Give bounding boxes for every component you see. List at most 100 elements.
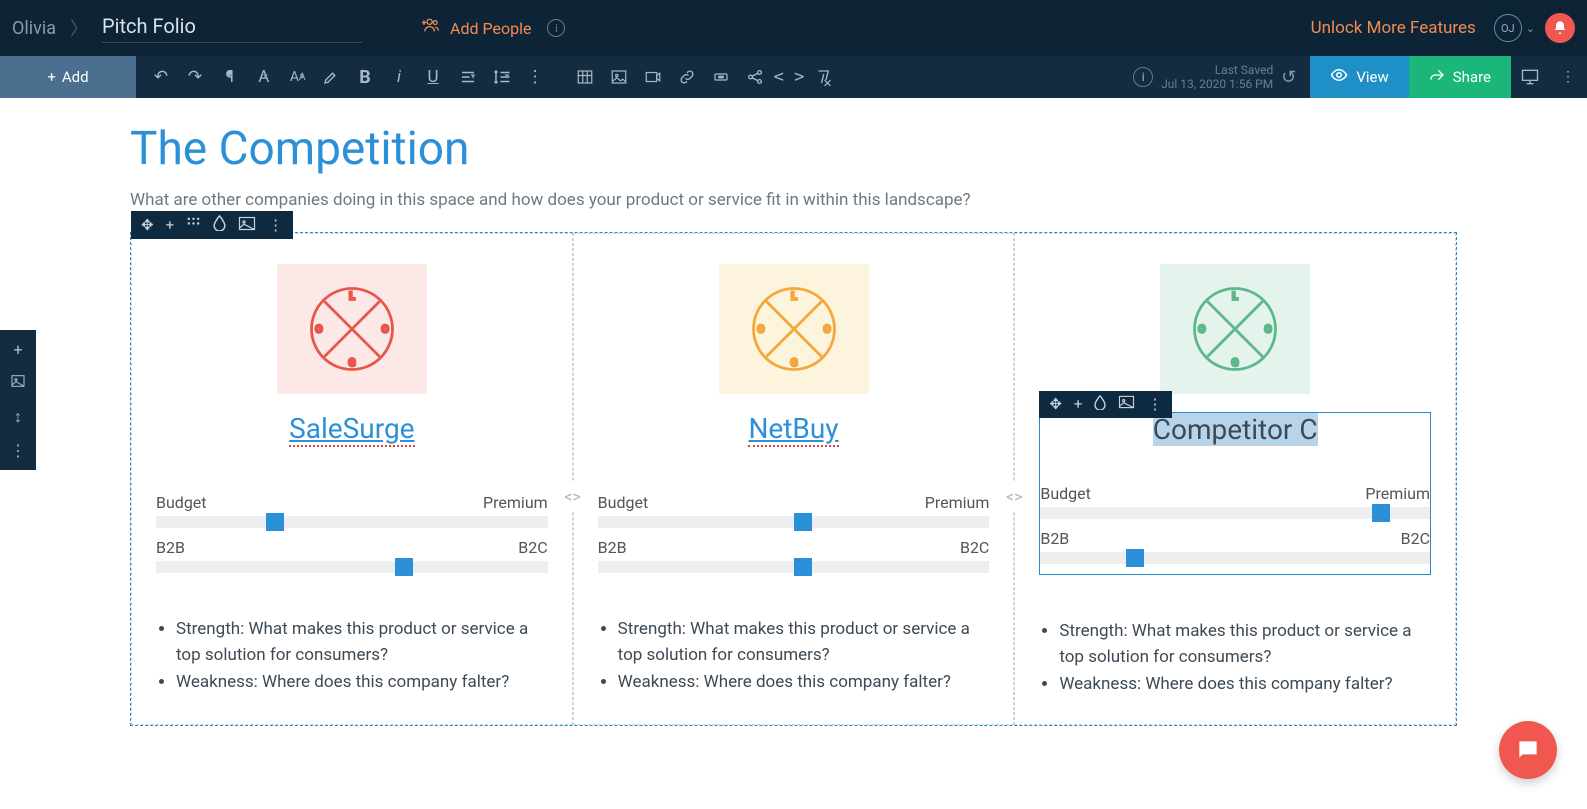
bold-icon[interactable]: B (348, 56, 382, 98)
underline-icon[interactable]: U (416, 56, 450, 98)
view-label: View (1356, 68, 1388, 86)
clear-format-icon[interactable] (806, 56, 840, 98)
toolbar-more-icon[interactable]: ⋮ (1549, 56, 1587, 98)
doc-title-input[interactable]: Pitch Folio (102, 14, 362, 43)
slider-left-label: B2B (156, 538, 185, 557)
image-icon[interactable] (602, 56, 636, 98)
plus-icon[interactable]: + (166, 216, 175, 234)
line-spacing-icon[interactable]: ▾ (484, 56, 518, 98)
italic-icon[interactable]: i (382, 56, 416, 98)
align-icon[interactable]: ▾ (450, 56, 484, 98)
market-slider[interactable]: B2BB2C (1040, 529, 1430, 564)
weakness-bullet[interactable]: Weakness: Where does this company falter… (176, 670, 548, 696)
page-title[interactable]: The Competition (130, 122, 1457, 176)
columns-block[interactable]: ✥ + ⋮ L O O G SaleSurge BudgetPremium B2… (130, 232, 1457, 726)
strength-bullet[interactable]: Strength: What makes this product or ser… (618, 617, 990, 668)
drop-icon[interactable] (213, 215, 226, 235)
price-slider[interactable]: BudgetPremium (598, 493, 990, 528)
svg-text:O: O (757, 325, 764, 336)
competitor-name[interactable]: NetBuy (748, 412, 838, 447)
weakness-bullet[interactable]: Weakness: Where does this company falter… (1059, 672, 1431, 698)
move-icon[interactable]: ✥ (1049, 395, 1062, 414)
grid-icon[interactable] (186, 216, 201, 235)
more-format-icon[interactable]: ⋮ (518, 56, 552, 98)
slider-left-label: B2B (1040, 529, 1069, 548)
notifications-button[interactable] (1545, 13, 1575, 43)
competitor-column[interactable]: L O O G ✥ + ⋮ Competitor C Budget Premium… (1014, 233, 1456, 725)
price-slider[interactable]: Budget Premium (1040, 484, 1430, 519)
font-size-icon[interactable]: AA▾ (280, 56, 314, 98)
cell-toolbar: ✥ + ⋮ (1039, 391, 1172, 418)
font-color-icon[interactable]: A▾ (246, 56, 280, 98)
bg-image-icon[interactable] (238, 216, 256, 235)
drop-icon[interactable] (1094, 395, 1106, 414)
add-people-button[interactable]: Add People i (422, 18, 565, 38)
link-icon[interactable] (670, 56, 704, 98)
format-toolbar: + Add ↶ ↷ ¶▾ A▾ AA▾ B i U ▾ ▾ ⋮ < > i La… (0, 56, 1587, 98)
share-node-icon[interactable] (738, 56, 772, 98)
page-subtitle[interactable]: What are other companies doing in this s… (130, 190, 1457, 210)
slider-right-label: Premium (1365, 484, 1430, 503)
bg-image-icon[interactable] (1118, 395, 1135, 414)
weakness-bullet[interactable]: Weakness: Where does this company falter… (618, 670, 990, 696)
svg-text:O: O (381, 325, 388, 336)
unlock-features-link[interactable]: Unlock More Features (1311, 18, 1476, 38)
redo-icon[interactable]: ↷ (178, 56, 212, 98)
history-icon[interactable]: ↺ (1281, 67, 1296, 88)
highlight-icon[interactable] (314, 56, 348, 98)
market-slider[interactable]: B2BB2C (156, 538, 548, 573)
competitor-column[interactable]: L O O G SaleSurge BudgetPremium B2BB2C S… (131, 233, 573, 725)
breadcrumb-owner[interactable]: Olivia (12, 18, 56, 39)
column-resize-handle[interactable]: <> (1004, 481, 1024, 511)
column-resize-handle[interactable]: <> (563, 481, 583, 511)
last-saved: i Last Saved Jul 13, 2020 1:56 PM ↺ (1133, 56, 1310, 98)
plus-icon[interactable]: + (1074, 395, 1083, 414)
svg-text:L: L (1232, 292, 1238, 303)
avatar[interactable]: OJ (1494, 14, 1522, 42)
price-slider[interactable]: BudgetPremium (156, 493, 548, 528)
button-icon[interactable] (704, 56, 738, 98)
svg-text:G: G (790, 358, 797, 369)
breadcrumb: Olivia 〉 Pitch Folio (12, 14, 362, 43)
svg-text:G: G (348, 358, 355, 369)
slider-left-label: B2B (598, 538, 627, 557)
sidebar-plus-icon[interactable]: + (13, 340, 22, 359)
competitor-name[interactable]: SaleSurge (289, 412, 414, 447)
svg-text:O: O (315, 325, 322, 336)
info-icon[interactable]: i (547, 19, 565, 37)
view-button[interactable]: View (1310, 56, 1408, 98)
move-icon[interactable]: ✥ (141, 216, 154, 234)
add-block-button[interactable]: + Add (0, 56, 136, 98)
competitor-notes[interactable]: Strength: What makes this product or ser… (156, 617, 548, 696)
competitor-column[interactable]: L O O G NetBuy BudgetPremium B2BB2C Stre… (573, 233, 1015, 725)
table-icon[interactable] (568, 56, 602, 98)
sidebar-more-icon[interactable]: ⋮ (10, 441, 26, 460)
competitor-notes[interactable]: Strength: What makes this product or ser… (598, 617, 990, 696)
plus-icon: + (47, 68, 56, 86)
competitor-name[interactable]: Competitor C (1153, 413, 1318, 446)
strength-bullet[interactable]: Strength: What makes this product or ser… (176, 617, 548, 668)
chat-fab[interactable] (1499, 721, 1557, 779)
svg-text:L: L (791, 292, 797, 303)
present-icon[interactable] (1511, 56, 1549, 98)
code-icon[interactable]: < > (772, 56, 806, 98)
avatar-menu-chevron-icon[interactable]: ⌄ (1526, 22, 1535, 35)
block-more-icon[interactable]: ⋮ (268, 216, 283, 234)
slider-left-label: Budget (1040, 484, 1091, 503)
competitor-logo: L O O G (719, 264, 869, 394)
share-button[interactable]: Share (1409, 56, 1511, 98)
video-icon[interactable] (636, 56, 670, 98)
doc-info-icon[interactable]: i (1133, 67, 1153, 87)
competitor-logo: L O O G (1160, 264, 1310, 394)
last-saved-label: Last Saved (1161, 63, 1273, 77)
add-people-icon (422, 17, 442, 37)
arrow-share-icon (1429, 67, 1445, 87)
cell-more-icon[interactable]: ⋮ (1147, 395, 1162, 414)
paragraph-style-icon[interactable]: ¶▾ (212, 56, 246, 98)
strength-bullet[interactable]: Strength: What makes this product or ser… (1059, 619, 1431, 670)
market-slider[interactable]: B2BB2C (598, 538, 990, 573)
competitor-notes[interactable]: Strength: What makes this product or ser… (1039, 619, 1431, 698)
undo-icon[interactable]: ↶ (144, 56, 178, 98)
sidebar-image-icon[interactable] (9, 373, 27, 393)
sidebar-resize-icon[interactable]: ↕ (14, 407, 22, 427)
